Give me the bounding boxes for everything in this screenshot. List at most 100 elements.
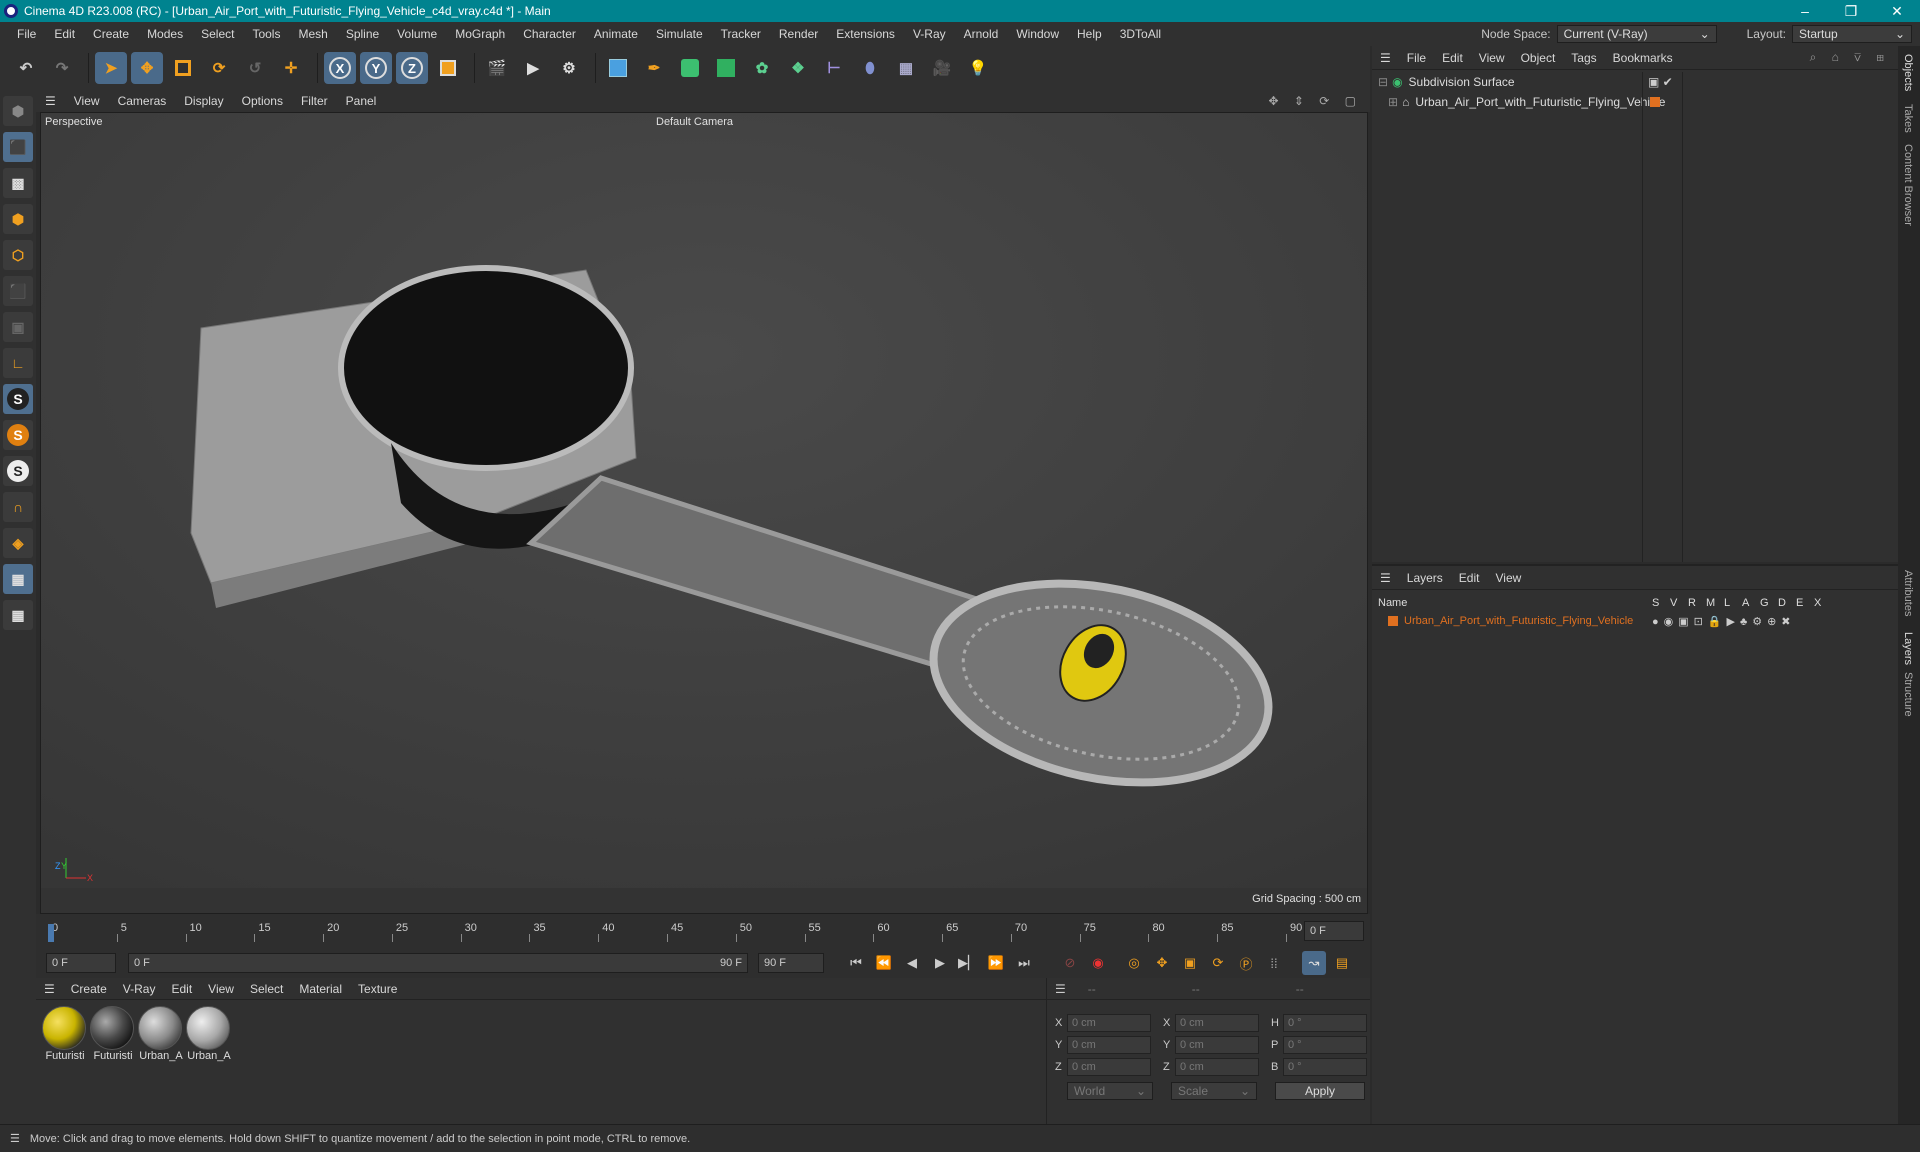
tab-attributes[interactable]: Attributes (1902, 570, 1914, 616)
film-strip-icon[interactable]: ▤ (1330, 951, 1354, 975)
layer-row[interactable]: Urban_Air_Port_with_Futuristic_Flying_Ve… (1378, 612, 1892, 630)
go-to-start-icon[interactable]: ⏮ (844, 951, 868, 975)
render-view-button[interactable]: 🎬 (481, 52, 513, 84)
menu-window[interactable]: Window (1007, 27, 1068, 41)
menu-create[interactable]: Create (84, 27, 138, 41)
material-menu-select[interactable]: Select (242, 982, 291, 996)
key-rotation-icon[interactable]: ⟳ (1206, 951, 1230, 975)
menu-arnold[interactable]: Arnold (955, 27, 1008, 41)
play-icon[interactable]: ▶ (928, 951, 952, 975)
key-scale-icon[interactable]: ▣ (1178, 951, 1202, 975)
viewport-menu-cameras[interactable]: Cameras (109, 94, 176, 108)
material-menu-texture[interactable]: Texture (350, 982, 405, 996)
grid-button[interactable]: ▦ (3, 564, 33, 594)
size-x-field[interactable]: 0 cm (1175, 1014, 1259, 1032)
effector-button[interactable]: ⬮ (854, 52, 886, 84)
position-y-field[interactable]: 0 cm (1067, 1036, 1151, 1054)
previous-key-icon[interactable]: ⏪ (872, 951, 896, 975)
tab-content-browser[interactable]: Content Browser (1902, 144, 1914, 226)
perspective-viewport[interactable]: Perspective Default Camera Grid Spacing … (40, 112, 1368, 914)
tab-takes[interactable]: Takes (1902, 104, 1914, 133)
minimize-button[interactable]: – (1782, 3, 1828, 19)
menu-simulate[interactable]: Simulate (647, 27, 712, 41)
object-hamburger-icon[interactable]: ☰ (1372, 51, 1399, 65)
light-button[interactable]: 💡 (962, 52, 994, 84)
z-axis-button[interactable]: Z (396, 52, 428, 84)
rotation-p-field[interactable]: 0 ° (1283, 1036, 1367, 1054)
go-to-end-icon[interactable]: ⏭ (1012, 951, 1036, 975)
position-x-field[interactable]: 0 cm (1067, 1014, 1151, 1032)
autokey-icon[interactable]: ◉ (1086, 951, 1110, 975)
object-menu-file[interactable]: File (1399, 51, 1434, 65)
polygon-mode-button[interactable]: ⬛ (3, 276, 33, 306)
undo-button[interactable]: ↶ (10, 52, 42, 84)
object-menu-edit[interactable]: Edit (1434, 51, 1471, 65)
previous-frame-icon[interactable]: ◀ (900, 951, 924, 975)
material-swatch[interactable]: Urban_A (186, 1006, 232, 1062)
tab-layers[interactable]: Layers (1902, 632, 1914, 665)
y-axis-button[interactable]: Y (360, 52, 392, 84)
object-menu-tags[interactable]: Tags (1563, 51, 1604, 65)
recent-tool-button[interactable]: ↺ (239, 52, 271, 84)
menu-3dtoall[interactable]: 3DToAll (1111, 27, 1170, 41)
pen-tool-button[interactable]: ✒ (638, 52, 670, 84)
camera-name[interactable]: Default Camera (656, 116, 733, 128)
check-icon[interactable]: ▣ ✔ (1648, 75, 1673, 89)
position-z-field[interactable]: 0 cm (1067, 1058, 1151, 1076)
layer-color-swatch[interactable] (1388, 616, 1398, 626)
material-menu-material[interactable]: Material (291, 982, 350, 996)
quantize-button[interactable]: S (3, 456, 33, 486)
live-selection-button[interactable]: ✛ (275, 52, 307, 84)
subdivision-button[interactable] (674, 52, 706, 84)
restore-button[interactable]: ❐ (1828, 3, 1874, 20)
viewport-menu-view[interactable]: View (65, 94, 109, 108)
snap-settings-button[interactable]: S (3, 420, 33, 450)
menu-animate[interactable]: Animate (585, 27, 647, 41)
menu-select[interactable]: Select (192, 27, 243, 41)
magnet-button[interactable]: ∩ (3, 492, 33, 522)
tab-structure[interactable]: Structure (1902, 672, 1914, 717)
point-mode-button[interactable]: ⬢ (3, 204, 33, 234)
deformer-button[interactable]: ❖ (782, 52, 814, 84)
menu-extensions[interactable]: Extensions (827, 27, 904, 41)
extrude-button[interactable] (710, 52, 742, 84)
next-key-icon[interactable]: ⏩ (984, 951, 1008, 975)
camera-button[interactable]: 🎥 (926, 52, 958, 84)
viewport-menu-filter[interactable]: Filter (292, 94, 337, 108)
edge-mode-button[interactable]: ⬡ (3, 240, 33, 270)
material-menu-vray[interactable]: V-Ray (115, 982, 164, 996)
keyframe-selection-icon[interactable]: ◎ (1122, 951, 1146, 975)
layout-dropdown[interactable]: Startup ⌄ (1792, 25, 1912, 43)
move-tool-button[interactable]: ✥ (131, 52, 163, 84)
menu-render[interactable]: Render (770, 27, 827, 41)
layer-hamburger-icon[interactable]: ☰ (1372, 571, 1399, 585)
snap-button[interactable]: S (3, 384, 33, 414)
rotate-tool-button[interactable]: ⟳ (203, 52, 235, 84)
layer-menu-edit[interactable]: Edit (1451, 571, 1488, 585)
node-space-dropdown[interactable]: Current (V-Ray) ⌄ (1556, 25, 1717, 43)
object-row-urban-air-port[interactable]: ⊞ ⌂ Urban_Air_Port_with_Futuristic_Flyin… (1372, 92, 1898, 112)
close-button[interactable]: ✕ (1874, 3, 1920, 20)
layer-color-swatch[interactable] (1650, 97, 1660, 107)
object-name[interactable]: Urban_Air_Port_with_Futuristic_Flying_Ve… (1415, 95, 1665, 109)
x-axis-button[interactable]: X (324, 52, 356, 84)
render-settings-button[interactable]: ⚙ (553, 52, 585, 84)
timeline-window-icon[interactable]: ↝ (1302, 951, 1326, 975)
viewport-hamburger-icon[interactable]: ☰ (36, 94, 65, 108)
model-mode-button[interactable]: ⬛ (3, 132, 33, 162)
texture-mode-button[interactable]: ▩ (3, 168, 33, 198)
axis-mode-button[interactable]: ∟ (3, 348, 33, 378)
make-editable-button[interactable]: ⬢ (3, 96, 33, 126)
record-disabled-icon[interactable]: ⊘ (1058, 951, 1082, 975)
tab-objects[interactable]: Objects (1902, 54, 1914, 91)
workplane-button[interactable]: ◈ (3, 528, 33, 558)
menu-vray[interactable]: V-Ray (904, 27, 955, 41)
menu-mograph[interactable]: MoGraph (446, 27, 514, 41)
menu-tracker[interactable]: Tracker (712, 27, 770, 41)
end-frame-field[interactable]: 90 F (758, 953, 824, 973)
locked-workplane-button[interactable]: ▦ (3, 600, 33, 630)
object-row-subdivision[interactable]: ⊟ ◉ Subdivision Surface ▣ ✔ (1372, 72, 1898, 92)
cube-button[interactable] (602, 52, 634, 84)
coordinate-system-button[interactable] (432, 52, 464, 84)
mograph-cloner-button[interactable]: ✿ (746, 52, 778, 84)
